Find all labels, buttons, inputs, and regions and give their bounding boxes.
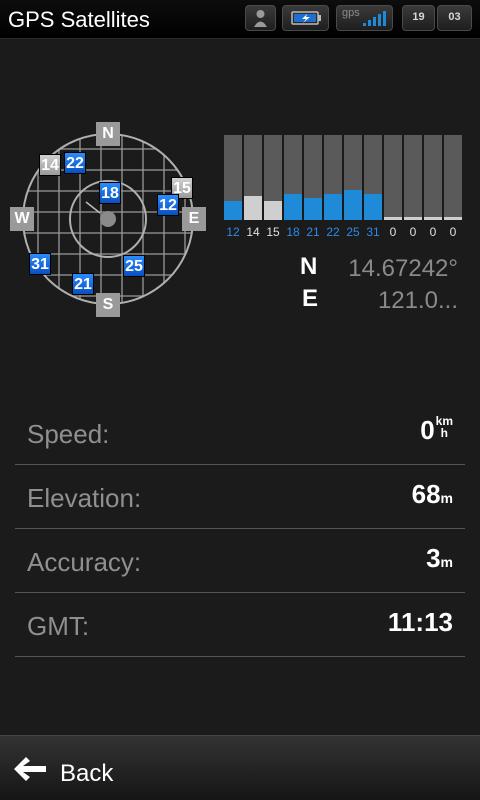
signal-bar-14 xyxy=(244,135,262,220)
signal-bar-fill xyxy=(304,198,322,220)
gmt-label: GMT: xyxy=(27,611,90,641)
accuracy-unit: m xyxy=(440,554,453,570)
app-title: GPS Satellites xyxy=(8,7,150,32)
signal-bar-label: 12 xyxy=(226,225,240,239)
bottom-bar: Back xyxy=(0,735,480,800)
signal-bar-label: 18 xyxy=(286,225,300,239)
south-marker: S xyxy=(96,293,120,317)
back-arrow-icon xyxy=(14,757,46,781)
elevation-value: 68m xyxy=(411,479,453,509)
signal-bar-fill xyxy=(264,201,282,220)
signal-bar-fill xyxy=(324,194,342,220)
satellite-22: 22 xyxy=(64,152,86,174)
accuracy-row: Accuracy: 3m xyxy=(15,529,465,593)
gmt-row: GMT: 11:13 xyxy=(15,593,465,657)
longitude-value: 121.0... xyxy=(377,287,458,314)
latitude-value: 14.67242° xyxy=(348,255,458,282)
elevation-unit: m xyxy=(440,490,453,506)
signal-bar-0 xyxy=(384,135,402,220)
signal-bar-18 xyxy=(284,135,302,220)
satellite-18: 18 xyxy=(99,182,121,204)
west-marker: W xyxy=(10,207,34,231)
signal-bar-0 xyxy=(444,135,462,220)
signal-bar-31 xyxy=(364,135,382,220)
clock-minute: 03 xyxy=(437,5,472,31)
latitude-letter: N xyxy=(300,253,318,280)
signal-bar-label: 0 xyxy=(449,225,457,239)
signal-bar-fill xyxy=(244,196,262,220)
speed-value: 0km h xyxy=(420,414,453,445)
north-marker: N xyxy=(96,122,120,146)
signal-bar-fill xyxy=(284,194,302,220)
signal-bar-label: 0 xyxy=(389,225,397,239)
satellite-25: 25 xyxy=(123,255,145,277)
signal-bar-fill xyxy=(384,217,402,220)
signal-bar-fill xyxy=(224,201,242,220)
signal-bar-0 xyxy=(404,135,422,220)
gmt-value: 11:13 xyxy=(387,607,453,637)
signal-bar-12 xyxy=(224,135,242,220)
gps-signal-icon: gps xyxy=(336,5,393,31)
gps-label: gps xyxy=(342,7,360,19)
battery-icon xyxy=(282,5,329,31)
signal-bar-22 xyxy=(324,135,342,220)
signal-bar-label: 15 xyxy=(266,225,280,239)
status-bar: GPS Satellites gps 19 03 xyxy=(0,0,480,39)
signal-bar-fill xyxy=(424,217,442,220)
signal-bar-fill xyxy=(444,217,462,220)
signal-bar-fill xyxy=(404,217,422,220)
speed-row: Speed: 0km h xyxy=(15,401,465,465)
east-marker: E xyxy=(182,207,206,231)
elevation-label: Elevation: xyxy=(27,483,142,513)
profile-icon[interactable] xyxy=(245,5,276,31)
signal-bar-label: 0 xyxy=(409,225,417,239)
speed-label: Speed: xyxy=(27,419,110,449)
signal-bar-label: 25 xyxy=(346,225,360,239)
signal-bar-label: 0 xyxy=(429,225,437,239)
satellite-21: 21 xyxy=(72,273,94,295)
satellite-12: 12 xyxy=(157,194,179,216)
signal-bar-fill xyxy=(344,190,362,220)
signal-bar-label: 21 xyxy=(306,225,320,239)
longitude-letter: E xyxy=(302,285,319,312)
elevation-row: Elevation: 68m xyxy=(15,465,465,529)
signal-bar-label: 14 xyxy=(246,225,260,239)
accuracy-label: Accuracy: xyxy=(27,547,142,577)
satellite-31: 31 xyxy=(29,253,51,275)
signal-bar-label: 31 xyxy=(366,225,380,239)
signal-bar-0 xyxy=(424,135,442,220)
signal-bar-25 xyxy=(344,135,362,220)
signal-bar-label: 22 xyxy=(326,225,340,239)
signal-bar-15 xyxy=(264,135,282,220)
accuracy-value: 3m xyxy=(426,543,453,573)
signal-strength-chart: 12 14 15 18 21 22 25 31 0 0 0 0 xyxy=(224,135,464,240)
satellite-14: 14 xyxy=(39,154,61,176)
signal-bar-21 xyxy=(304,135,322,220)
signal-bar-fill xyxy=(364,194,382,220)
clock-hour: 19 xyxy=(402,5,435,31)
speed-unit: km h xyxy=(435,414,453,440)
satellite-sky-plot: N S E W 14 22 18 15 12 31 25 21 xyxy=(0,115,215,325)
gps-satellites-screen: GPS Satellites gps 19 03 N S E W 14 22 1… xyxy=(0,0,480,800)
back-button[interactable]: Back xyxy=(0,736,160,800)
back-label: Back xyxy=(60,760,114,787)
